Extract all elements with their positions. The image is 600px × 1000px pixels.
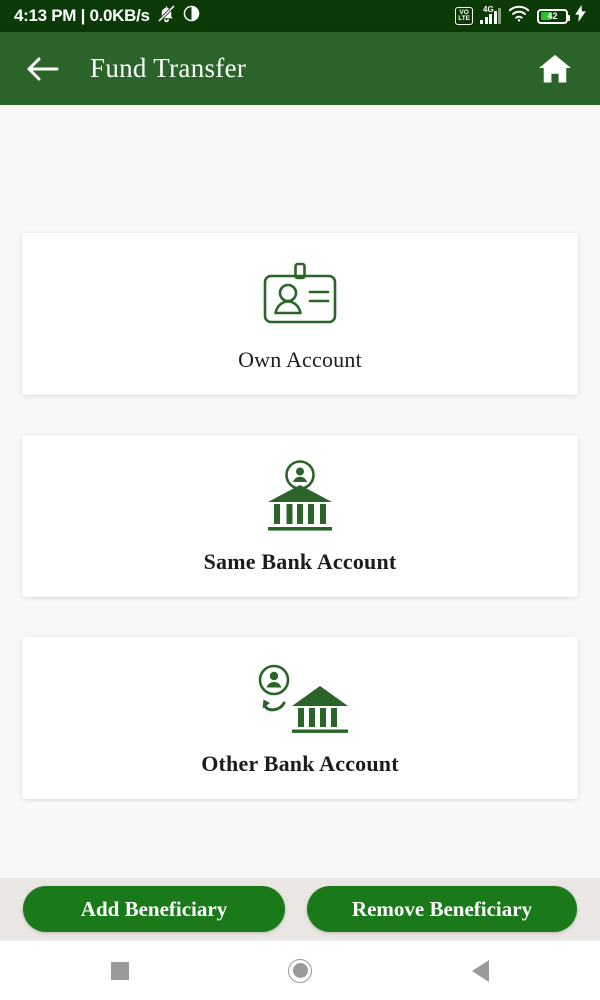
id-badge-icon [252, 259, 348, 331]
home-button[interactable] [532, 46, 578, 92]
arrow-left-icon [27, 57, 59, 80]
phone-screen: 4:13 PM | 0.0KB/s VO LTE 4G 42 Fund Tran… [0, 0, 600, 1000]
contrast-circle-icon [183, 5, 200, 27]
network-type-label: 4G [483, 5, 494, 14]
card-label-other-bank-account: Other Bank Account [201, 751, 399, 776]
battery-icon: 42 [537, 8, 570, 24]
back-nav-button[interactable] [390, 941, 570, 1000]
android-nav-bar [0, 940, 600, 1000]
signal-bars-icon: 4G [480, 5, 501, 24]
bank-transfer-person-icon [248, 663, 352, 735]
status-bar-left: 4:13 PM | 0.0KB/s [14, 4, 200, 28]
wifi-icon [508, 5, 530, 27]
recents-button[interactable] [30, 941, 210, 1000]
page-title: Fund Transfer [90, 53, 247, 83]
app-bar: Fund Transfer [0, 32, 600, 105]
bank-with-person-icon [258, 460, 342, 533]
card-label-same-bank-account: Same Bank Account [203, 549, 397, 574]
volte-bottom-label: LTE [458, 15, 470, 22]
status-bar-right: VO LTE 4G 42 [455, 5, 586, 27]
square-recents-icon [111, 961, 129, 980]
beneficiary-action-bar: Add Beneficiary Remove Beneficiary [0, 878, 600, 940]
circle-home-icon [288, 958, 312, 983]
status-time-data: 4:13 PM | 0.0KB/s [14, 6, 150, 25]
card-same-bank-account[interactable]: Same Bank Account [22, 435, 578, 597]
card-own-account[interactable]: Own Account [22, 233, 578, 395]
top-spacer [22, 105, 578, 233]
back-button[interactable] [22, 48, 64, 90]
card-other-bank-account[interactable]: Other Bank Account [22, 637, 578, 799]
home-nav-button[interactable] [210, 941, 390, 1000]
volte-icon: VO LTE [455, 7, 473, 25]
card-label-own-account: Own Account [238, 347, 362, 372]
status-bar: 4:13 PM | 0.0KB/s VO LTE 4G 42 [0, 0, 600, 32]
add-beneficiary-button[interactable]: Add Beneficiary [23, 886, 285, 932]
triangle-back-icon [471, 959, 489, 982]
battery-level-label: 42 [547, 11, 558, 21]
main-content: Own Account Same Bank Account Other Bank… [0, 105, 600, 1000]
bell-muted-icon [157, 4, 176, 28]
remove-beneficiary-button[interactable]: Remove Beneficiary [307, 886, 577, 932]
charging-bolt-icon [575, 5, 586, 27]
home-icon [539, 54, 571, 82]
